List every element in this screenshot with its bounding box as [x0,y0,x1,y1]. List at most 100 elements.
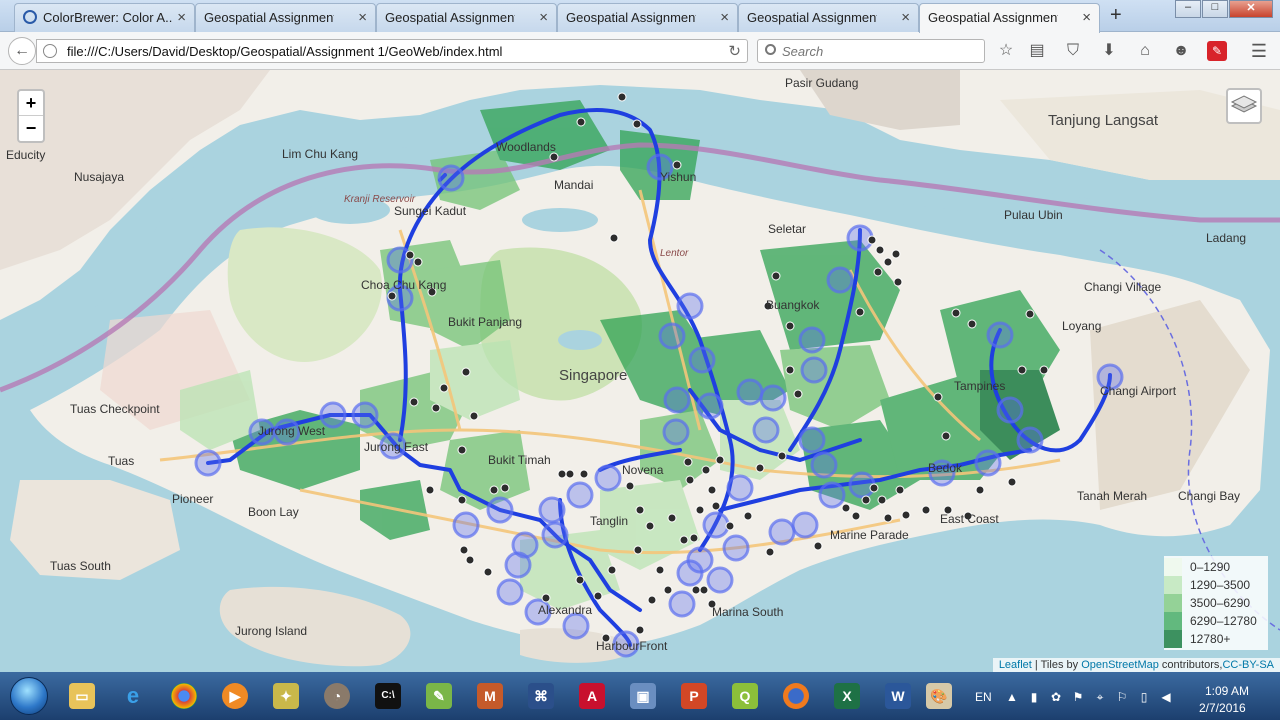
media-player-icon: ▶ [222,683,248,709]
tab-title: Geospatial Assignment 1 [747,10,877,25]
tab-geospatial-4[interactable]: Geospatial Assignment 1 × [738,3,919,32]
language-indicator[interactable]: EN [975,690,992,704]
zoom-out-button[interactable]: − [19,116,43,141]
taskbar-app[interactable]: ▭ [57,676,107,716]
osm-link[interactable]: OpenStreetMap [1081,659,1159,671]
map-label: Bedok [928,461,963,475]
search-input[interactable] [782,43,977,59]
taskbar-app[interactable]: C:\ [363,676,413,716]
gimp-icon: ◔ [324,683,350,709]
menu-icon[interactable]: ☰ [1249,41,1269,61]
acrobat-tray-icon[interactable]: ⌖ [1093,690,1107,704]
taskbar-app[interactable]: A [567,676,617,716]
action-center-icon[interactable]: ⚐ [1115,690,1129,704]
url-text[interactable]: file:///C:/Users/David/Desktop/Geospatia… [67,44,502,59]
map-label: Yishun [660,170,697,184]
flag-icon[interactable]: ⚑ [1071,690,1085,704]
taskbar-app[interactable]: 🎨 [914,676,964,716]
pocket-icon[interactable]: ⛉ [1063,41,1083,61]
map-attribution: Leaflet | Tiles by OpenStreetMap contrib… [992,658,1280,672]
reload-icon[interactable]: ↻ [728,42,741,60]
matlab-icon: M [477,683,503,709]
legend-label: 12780+ [1190,632,1231,646]
map-label: Pasir Gudang [785,76,859,90]
firefox-icon [783,683,809,709]
map-label: Bukit Timah [488,453,551,467]
download-icon[interactable]: ⬇ [1099,41,1119,61]
map-label: Marine Parade [830,528,909,542]
taskbar-app[interactable] [159,676,209,716]
tab-colorbrewer[interactable]: ColorBrewer: Color A... × [14,3,195,32]
map-label: Mandai [554,178,594,192]
leaflet-link[interactable]: Leaflet [999,659,1032,671]
windows-taskbar: ▭ e ▶ ✦ ◔ C:\ ✎ M ⌘ A ▣ P Q X W 🎨 EN ▲ ▮… [0,672,1280,720]
map-label: Changi Bay [1178,489,1241,503]
taskbar-app[interactable]: M [465,676,515,716]
map-label: Jurong West [258,424,326,438]
taskbar-app[interactable]: X [822,676,872,716]
maximize-button[interactable]: □ [1202,0,1228,18]
leaflet-map[interactable]: Pasir Gudang Tanjung Langsat Lim Chu Kan… [0,70,1280,672]
taskbar-app[interactable]: ▶ [210,676,260,716]
start-button[interactable] [10,677,48,715]
tab-close-icon[interactable]: × [177,9,186,26]
new-tab-button[interactable]: + [1110,4,1122,27]
clock-date[interactable]: 2/7/2016 [1199,701,1246,715]
taskbar-app[interactable]: P [669,676,719,716]
upper-seletar-reservoir [522,208,598,232]
map-label: Lim Chu Kang [282,147,359,161]
speaker-icon[interactable]: ◀ [1159,690,1173,704]
map-label: Ladang [1206,231,1247,245]
tab-close-icon[interactable]: × [358,9,367,26]
tab-close-icon[interactable]: × [539,9,548,26]
map-label: Pulau Ubin [1004,208,1063,222]
legend-label: 3500–6290 [1190,596,1251,610]
network-signal-icon[interactable]: ▮ [1027,690,1041,704]
map-label: Educity [6,148,46,162]
internet-explorer-icon: e [126,683,140,708]
legend-swatch [1164,612,1182,630]
taskbar-app[interactable]: ⌘ [516,676,566,716]
tab-strip: ColorBrewer: Color A... × Geospatial Assi… [0,0,1280,33]
legend-label: 6290–12780 [1190,614,1257,628]
taskbar-app[interactable] [771,676,821,716]
zoom-in-button[interactable]: + [19,91,43,116]
map-label: Jurong Island [235,624,308,638]
home-icon[interactable]: ⌂ [1135,41,1155,61]
url-bar[interactable]: file:///C:/Users/David/Desktop/Geospatia… [36,39,748,63]
taskbar-app[interactable]: ✎ [414,676,464,716]
map-label: Changi Village [1084,280,1162,294]
clock-time[interactable]: 1:09 AM [1205,684,1249,698]
map-label: HarbourFront [596,639,668,653]
tab-geospatial-active[interactable]: Geospatial Assignment 1 × [919,3,1100,33]
minimize-button[interactable]: ‒ [1175,0,1201,18]
taskbar-app[interactable]: Q [720,676,770,716]
tab-close-icon[interactable]: × [901,9,910,26]
acrobat-icon: A [579,683,605,709]
taskbar-app[interactable]: ◔ [312,676,362,716]
tab-close-icon[interactable]: × [1082,9,1091,26]
powerpoint-icon: P [681,683,707,709]
map-label: East Coast [940,512,999,526]
layers-control-button[interactable] [1226,88,1262,124]
taskbar-app[interactable]: e [108,676,158,716]
search-box[interactable] [757,39,985,63]
license-link[interactable]: CC-BY-SA [1222,659,1274,671]
tab-close-icon[interactable]: × [720,9,729,26]
pdf-icon[interactable]: ✎ [1207,41,1227,61]
tab-geospatial-1[interactable]: Geospatial Assignment 1 × [195,3,376,32]
bookmark-star-icon[interactable]: ☆ [996,41,1016,61]
taskbar-app[interactable]: ✦ [261,676,311,716]
back-icon[interactable]: ← [8,37,36,65]
hello-icon[interactable]: ☻ [1171,41,1191,61]
cmd-icon: C:\ [375,683,401,709]
taskbar-app[interactable]: ▣ [618,676,668,716]
sync-icon[interactable]: ✿ [1049,690,1063,704]
show-hidden-icons-icon[interactable]: ▲ [1005,690,1019,704]
close-window-button[interactable]: ✕ [1229,0,1273,18]
battery-icon[interactable]: ▯ [1137,690,1151,704]
search-icon [765,44,776,55]
tab-geospatial-2[interactable]: Geospatial Assignment 1 × [376,3,557,32]
reading-list-icon[interactable]: ▤ [1027,41,1047,61]
tab-geospatial-3[interactable]: Geospatial Assignment 1 × [557,3,738,32]
